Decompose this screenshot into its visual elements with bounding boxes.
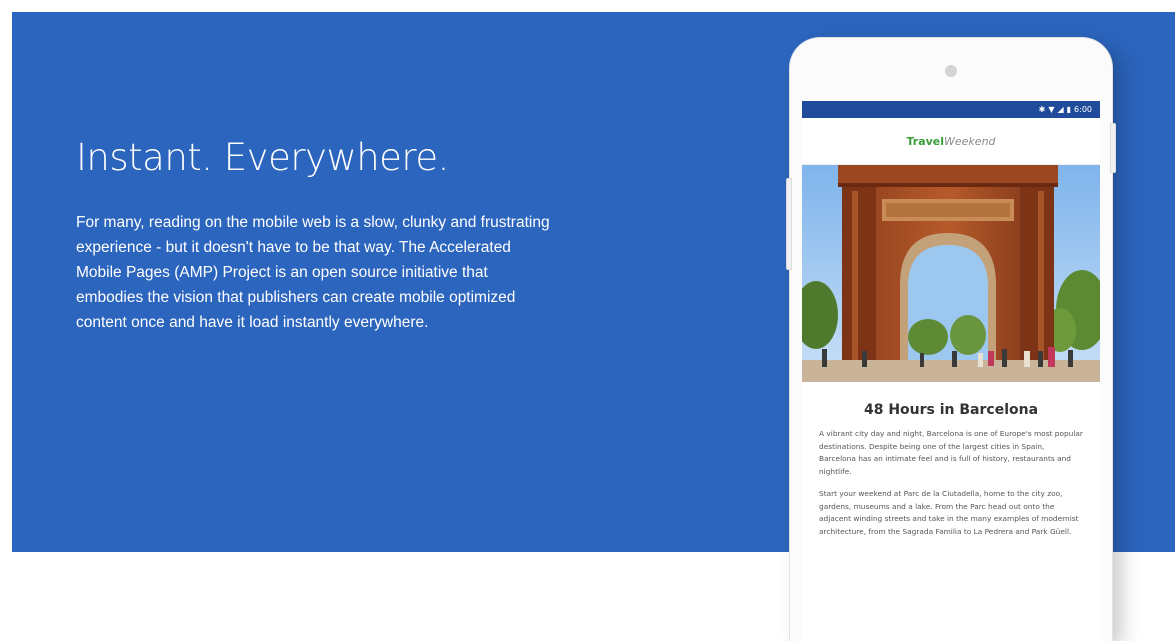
arc-de-triomf-photo — [802, 165, 1100, 382]
article-paragraph: Start your weekend at Parc de la Ciutade… — [819, 489, 1079, 536]
phone-side-button — [786, 178, 792, 270]
phone-mockup: ✱ ▼ ◢ ▮ 6:00 TravelWeekend 48 Hours in B… — [786, 38, 1116, 641]
article-paragraph: A vibrant city day and night, Barcelona … — [819, 429, 1083, 476]
phone-screen: ✱ ▼ ◢ ▮ 6:00 TravelWeekend 48 Hours in B… — [802, 101, 1100, 641]
wifi-icon: ▼ — [1048, 104, 1055, 114]
hero-description: For many, reading on the mobile web is a… — [76, 214, 550, 331]
app-header: TravelWeekend — [802, 118, 1100, 165]
status-time: 6:00 — [1074, 105, 1092, 114]
status-bar: ✱ ▼ ◢ ▮ 6:00 — [802, 101, 1100, 118]
phone-camera — [945, 65, 957, 77]
phone-volume-button — [1110, 123, 1116, 173]
article-title: 48 Hours in Barcelona — [863, 402, 1039, 418]
bluetooth-icon: ✱ — [1038, 104, 1046, 114]
hero-title: Instant. Everywhere. — [76, 136, 449, 179]
battery-icon: ▮ — [1066, 104, 1072, 114]
travel-weekend-logo[interactable]: TravelWeekend — [906, 135, 995, 148]
signal-icon: ◢ — [1057, 104, 1064, 114]
